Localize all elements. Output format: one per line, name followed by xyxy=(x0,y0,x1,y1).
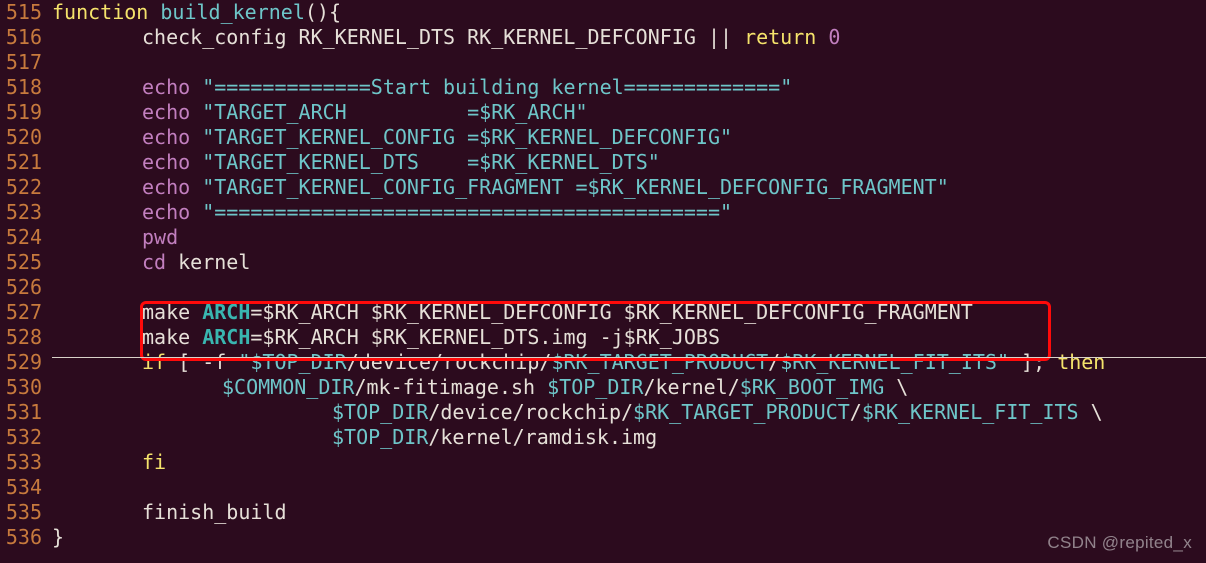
code-line[interactable]: 521echo "TARGET_KERNEL_DTS =$RK_KERNEL_D… xyxy=(0,150,1206,175)
code-line[interactable]: 515function build_kernel(){ xyxy=(0,0,1206,25)
line-number: 533 xyxy=(0,450,52,475)
line-number: 526 xyxy=(0,275,52,300)
code-content xyxy=(52,275,1206,300)
code-content: function build_kernel(){ xyxy=(52,0,1206,25)
caret-line-rule xyxy=(52,357,1206,358)
line-number: 532 xyxy=(0,425,52,450)
code-content: make ARCH=$RK_ARCH $RK_KERNEL_DEFCONFIG … xyxy=(52,300,1206,325)
line-number: 531 xyxy=(0,400,52,425)
code-content: echo "=============Start building kernel… xyxy=(52,75,1206,100)
code-content: echo "TARGET_ARCH =$RK_ARCH" xyxy=(52,100,1206,125)
code-content: make ARCH=$RK_ARCH $RK_KERNEL_DTS.img -j… xyxy=(52,325,1206,350)
line-number: 517 xyxy=(0,50,52,75)
code-content: check_config RK_KERNEL_DTS RK_KERNEL_DEF… xyxy=(52,25,1206,50)
line-number: 515 xyxy=(0,0,52,25)
watermark: CSDN @repited_x xyxy=(1047,530,1192,555)
code-line[interactable]: 533fi xyxy=(0,450,1206,475)
code-content: $TOP_DIR/kernel/ramdisk.img xyxy=(52,425,1206,450)
code-content: $COMMON_DIR/mk-fitimage.sh $TOP_DIR/kern… xyxy=(52,375,1206,400)
code-content: if [ -f "$TOP_DIR/device/rockchip/$RK_TA… xyxy=(52,350,1206,375)
code-line[interactable]: 534 xyxy=(0,475,1206,500)
code-content: echo "TARGET_KERNEL_CONFIG_FRAGMENT =$RK… xyxy=(52,175,1206,200)
line-number: 521 xyxy=(0,150,52,175)
code-line[interactable]: 525cd kernel xyxy=(0,250,1206,275)
code-content: echo "==================================… xyxy=(52,200,1206,225)
line-number: 519 xyxy=(0,100,52,125)
code-line[interactable]: 523echo "===============================… xyxy=(0,200,1206,225)
code-line[interactable]: 535finish_build xyxy=(0,500,1206,525)
code-content: cd kernel xyxy=(52,250,1206,275)
code-line[interactable]: 531$TOP_DIR/device/rockchip/$RK_TARGET_P… xyxy=(0,400,1206,425)
line-number: 520 xyxy=(0,125,52,150)
code-line[interactable]: 532$TOP_DIR/kernel/ramdisk.img xyxy=(0,425,1206,450)
line-number: 516 xyxy=(0,25,52,50)
code-content: finish_build xyxy=(52,500,1206,525)
code-line[interactable]: 518echo "=============Start building ker… xyxy=(0,75,1206,100)
line-number: 535 xyxy=(0,500,52,525)
code-content: pwd xyxy=(52,225,1206,250)
code-content: echo "TARGET_KERNEL_DTS =$RK_KERNEL_DTS" xyxy=(52,150,1206,175)
code-line[interactable]: 536} xyxy=(0,525,1206,550)
line-number: 534 xyxy=(0,475,52,500)
line-number: 523 xyxy=(0,200,52,225)
line-number: 528 xyxy=(0,325,52,350)
code-content: fi xyxy=(52,450,1206,475)
code-line[interactable]: 528make ARCH=$RK_ARCH $RK_KERNEL_DTS.img… xyxy=(0,325,1206,350)
code-line[interactable]: 517 xyxy=(0,50,1206,75)
line-number: 522 xyxy=(0,175,52,200)
line-number: 529 xyxy=(0,350,52,375)
code-line[interactable]: 522echo "TARGET_KERNEL_CONFIG_FRAGMENT =… xyxy=(0,175,1206,200)
code-content: $TOP_DIR/device/rockchip/$RK_TARGET_PROD… xyxy=(52,400,1206,425)
code-content: echo "TARGET_KERNEL_CONFIG =$RK_KERNEL_D… xyxy=(52,125,1206,150)
code-content: } xyxy=(52,525,1206,550)
code-line[interactable]: 519echo "TARGET_ARCH =$RK_ARCH" xyxy=(0,100,1206,125)
code-line[interactable]: 526 xyxy=(0,275,1206,300)
line-number: 518 xyxy=(0,75,52,100)
code-content xyxy=(52,50,1206,75)
line-number: 530 xyxy=(0,375,52,400)
line-number: 525 xyxy=(0,250,52,275)
code-line[interactable]: 527make ARCH=$RK_ARCH $RK_KERNEL_DEFCONF… xyxy=(0,300,1206,325)
code-line[interactable]: 529if [ -f "$TOP_DIR/device/rockchip/$RK… xyxy=(0,350,1206,375)
line-number: 536 xyxy=(0,525,52,550)
code-line[interactable]: 520echo "TARGET_KERNEL_CONFIG =$RK_KERNE… xyxy=(0,125,1206,150)
line-number: 524 xyxy=(0,225,52,250)
line-number: 527 xyxy=(0,300,52,325)
code-line[interactable]: 530$COMMON_DIR/mk-fitimage.sh $TOP_DIR/k… xyxy=(0,375,1206,400)
code-editor[interactable]: 515function build_kernel(){516check_conf… xyxy=(0,0,1206,563)
code-line[interactable]: 516check_config RK_KERNEL_DTS RK_KERNEL_… xyxy=(0,25,1206,50)
code-content xyxy=(52,475,1206,500)
code-line[interactable]: 524pwd xyxy=(0,225,1206,250)
